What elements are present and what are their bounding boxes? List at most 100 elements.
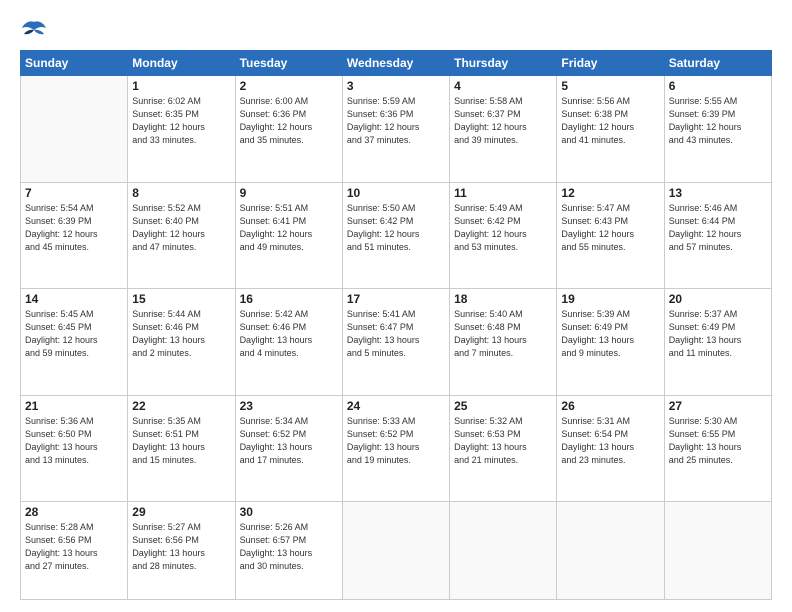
day-info: Sunrise: 5:33 AM Sunset: 6:52 PM Dayligh…: [347, 415, 445, 467]
day-info: Sunrise: 5:49 AM Sunset: 6:42 PM Dayligh…: [454, 202, 552, 254]
calendar-week-row: 7 Sunrise: 5:54 AM Sunset: 6:39 PM Daylig…: [21, 182, 772, 289]
calendar-day-cell: 14Sunrise: 5:45 AM Sunset: 6:45 PM Dayli…: [21, 289, 128, 396]
calendar-day-cell: 21 Sunrise: 5:36 AM Sunset: 6:50 PM Dayli…: [21, 395, 128, 502]
day-info: Sunrise: 5:26 AM Sunset: 6:57 PM Dayligh…: [240, 521, 338, 573]
day-info: Sunrise: 5:56 AM Sunset: 6:38 PM Dayligh…: [561, 95, 659, 147]
calendar-day-cell: 7 Sunrise: 5:54 AM Sunset: 6:39 PM Daylig…: [21, 182, 128, 289]
day-info: Sunrise: 5:46 AM Sunset: 6:44 PM Dayligh…: [669, 202, 767, 254]
calendar-week-row: 14Sunrise: 5:45 AM Sunset: 6:45 PM Dayli…: [21, 289, 772, 396]
day-info: Sunrise: 5:58 AM Sunset: 6:37 PM Dayligh…: [454, 95, 552, 147]
calendar-day-cell: [342, 502, 449, 600]
header: [20, 18, 772, 40]
day-info: Sunrise: 5:44 AM Sunset: 6:46 PM Dayligh…: [132, 308, 230, 360]
day-info: Sunrise: 5:47 AM Sunset: 6:43 PM Dayligh…: [561, 202, 659, 254]
calendar-day-cell: 29 Sunrise: 5:27 AM Sunset: 6:56 PM Dayli…: [128, 502, 235, 600]
day-info: Sunrise: 5:40 AM Sunset: 6:48 PM Dayligh…: [454, 308, 552, 360]
day-number: 19: [561, 292, 659, 306]
calendar-day-cell: 11 Sunrise: 5:49 AM Sunset: 6:42 PM Dayli…: [450, 182, 557, 289]
calendar-week-row: 1Sunrise: 6:02 AM Sunset: 6:35 PM Daylig…: [21, 76, 772, 183]
calendar-day-cell: 13 Sunrise: 5:46 AM Sunset: 6:44 PM Dayli…: [664, 182, 771, 289]
day-number: 5: [561, 79, 659, 93]
day-number: 10: [347, 186, 445, 200]
calendar-day-cell: 25 Sunrise: 5:32 AM Sunset: 6:53 PM Dayli…: [450, 395, 557, 502]
calendar-day-cell: 12 Sunrise: 5:47 AM Sunset: 6:43 PM Dayli…: [557, 182, 664, 289]
calendar-day-cell: 26 Sunrise: 5:31 AM Sunset: 6:54 PM Dayli…: [557, 395, 664, 502]
day-info: Sunrise: 5:55 AM Sunset: 6:39 PM Dayligh…: [669, 95, 767, 147]
day-number: 9: [240, 186, 338, 200]
day-number: 2: [240, 79, 338, 93]
calendar-day-cell: 20 Sunrise: 5:37 AM Sunset: 6:49 PM Dayli…: [664, 289, 771, 396]
day-number: 4: [454, 79, 552, 93]
day-info: Sunrise: 5:36 AM Sunset: 6:50 PM Dayligh…: [25, 415, 123, 467]
calendar-day-cell: 3 Sunrise: 5:59 AM Sunset: 6:36 PM Daylig…: [342, 76, 449, 183]
calendar-table: SundayMondayTuesdayWednesdayThursdayFrid…: [20, 50, 772, 600]
calendar-day-cell: [450, 502, 557, 600]
calendar-day-cell: 6 Sunrise: 5:55 AM Sunset: 6:39 PM Daylig…: [664, 76, 771, 183]
day-info: Sunrise: 5:51 AM Sunset: 6:41 PM Dayligh…: [240, 202, 338, 254]
day-number: 28: [25, 505, 123, 519]
day-number: 11: [454, 186, 552, 200]
day-number: 30: [240, 505, 338, 519]
weekday-header-wednesday: Wednesday: [342, 51, 449, 76]
calendar-day-cell: 15 Sunrise: 5:44 AM Sunset: 6:46 PM Dayli…: [128, 289, 235, 396]
calendar-day-cell: 4 Sunrise: 5:58 AM Sunset: 6:37 PM Daylig…: [450, 76, 557, 183]
calendar-week-row: 21 Sunrise: 5:36 AM Sunset: 6:50 PM Dayli…: [21, 395, 772, 502]
day-info: Sunrise: 6:02 AM Sunset: 6:35 PM Dayligh…: [132, 95, 230, 147]
calendar-day-cell: 27Sunrise: 5:30 AM Sunset: 6:55 PM Dayli…: [664, 395, 771, 502]
calendar-day-cell: 9 Sunrise: 5:51 AM Sunset: 6:41 PM Daylig…: [235, 182, 342, 289]
day-info: Sunrise: 5:59 AM Sunset: 6:36 PM Dayligh…: [347, 95, 445, 147]
day-number: 25: [454, 399, 552, 413]
day-number: 14: [25, 292, 123, 306]
day-number: 6: [669, 79, 767, 93]
day-info: Sunrise: 5:41 AM Sunset: 6:47 PM Dayligh…: [347, 308, 445, 360]
day-info: Sunrise: 5:54 AM Sunset: 6:39 PM Dayligh…: [25, 202, 123, 254]
day-number: 13: [669, 186, 767, 200]
day-info: Sunrise: 5:28 AM Sunset: 6:56 PM Dayligh…: [25, 521, 123, 573]
day-number: 26: [561, 399, 659, 413]
day-info: Sunrise: 5:27 AM Sunset: 6:56 PM Dayligh…: [132, 521, 230, 573]
day-number: 23: [240, 399, 338, 413]
day-number: 27: [669, 399, 767, 413]
day-number: 21: [25, 399, 123, 413]
calendar-day-cell: [664, 502, 771, 600]
day-number: 24: [347, 399, 445, 413]
day-number: 15: [132, 292, 230, 306]
day-number: 18: [454, 292, 552, 306]
calendar-day-cell: 1Sunrise: 6:02 AM Sunset: 6:35 PM Daylig…: [128, 76, 235, 183]
day-number: 16: [240, 292, 338, 306]
calendar-day-cell: 16Sunrise: 5:42 AM Sunset: 6:46 PM Dayli…: [235, 289, 342, 396]
calendar-day-cell: [557, 502, 664, 600]
day-info: Sunrise: 5:32 AM Sunset: 6:53 PM Dayligh…: [454, 415, 552, 467]
weekday-header-row: SundayMondayTuesdayWednesdayThursdayFrid…: [21, 51, 772, 76]
calendar-day-cell: 2 Sunrise: 6:00 AM Sunset: 6:36 PM Daylig…: [235, 76, 342, 183]
calendar-day-cell: 18 Sunrise: 5:40 AM Sunset: 6:48 PM Dayli…: [450, 289, 557, 396]
calendar-day-cell: 10 Sunrise: 5:50 AM Sunset: 6:42 PM Dayli…: [342, 182, 449, 289]
weekday-header-saturday: Saturday: [664, 51, 771, 76]
logo: [20, 18, 52, 40]
calendar-day-cell: 17 Sunrise: 5:41 AM Sunset: 6:47 PM Dayli…: [342, 289, 449, 396]
calendar-day-cell: 30 Sunrise: 5:26 AM Sunset: 6:57 PM Dayli…: [235, 502, 342, 600]
weekday-header-thursday: Thursday: [450, 51, 557, 76]
day-number: 8: [132, 186, 230, 200]
day-number: 3: [347, 79, 445, 93]
calendar-day-cell: 8Sunrise: 5:52 AM Sunset: 6:40 PM Daylig…: [128, 182, 235, 289]
day-info: Sunrise: 5:39 AM Sunset: 6:49 PM Dayligh…: [561, 308, 659, 360]
day-number: 29: [132, 505, 230, 519]
day-number: 17: [347, 292, 445, 306]
day-info: Sunrise: 5:50 AM Sunset: 6:42 PM Dayligh…: [347, 202, 445, 254]
weekday-header-monday: Monday: [128, 51, 235, 76]
calendar-day-cell: [21, 76, 128, 183]
day-number: 12: [561, 186, 659, 200]
calendar-day-cell: 28 Sunrise: 5:28 AM Sunset: 6:56 PM Dayli…: [21, 502, 128, 600]
day-info: Sunrise: 5:37 AM Sunset: 6:49 PM Dayligh…: [669, 308, 767, 360]
day-number: 7: [25, 186, 123, 200]
calendar-day-cell: 24 Sunrise: 5:33 AM Sunset: 6:52 PM Dayli…: [342, 395, 449, 502]
day-info: Sunrise: 5:34 AM Sunset: 6:52 PM Dayligh…: [240, 415, 338, 467]
day-info: Sunrise: 6:00 AM Sunset: 6:36 PM Dayligh…: [240, 95, 338, 147]
day-number: 20: [669, 292, 767, 306]
weekday-header-tuesday: Tuesday: [235, 51, 342, 76]
calendar-day-cell: 19 Sunrise: 5:39 AM Sunset: 6:49 PM Dayli…: [557, 289, 664, 396]
calendar-day-cell: 5 Sunrise: 5:56 AM Sunset: 6:38 PM Daylig…: [557, 76, 664, 183]
day-info: Sunrise: 5:31 AM Sunset: 6:54 PM Dayligh…: [561, 415, 659, 467]
day-info: Sunrise: 5:35 AM Sunset: 6:51 PM Dayligh…: [132, 415, 230, 467]
